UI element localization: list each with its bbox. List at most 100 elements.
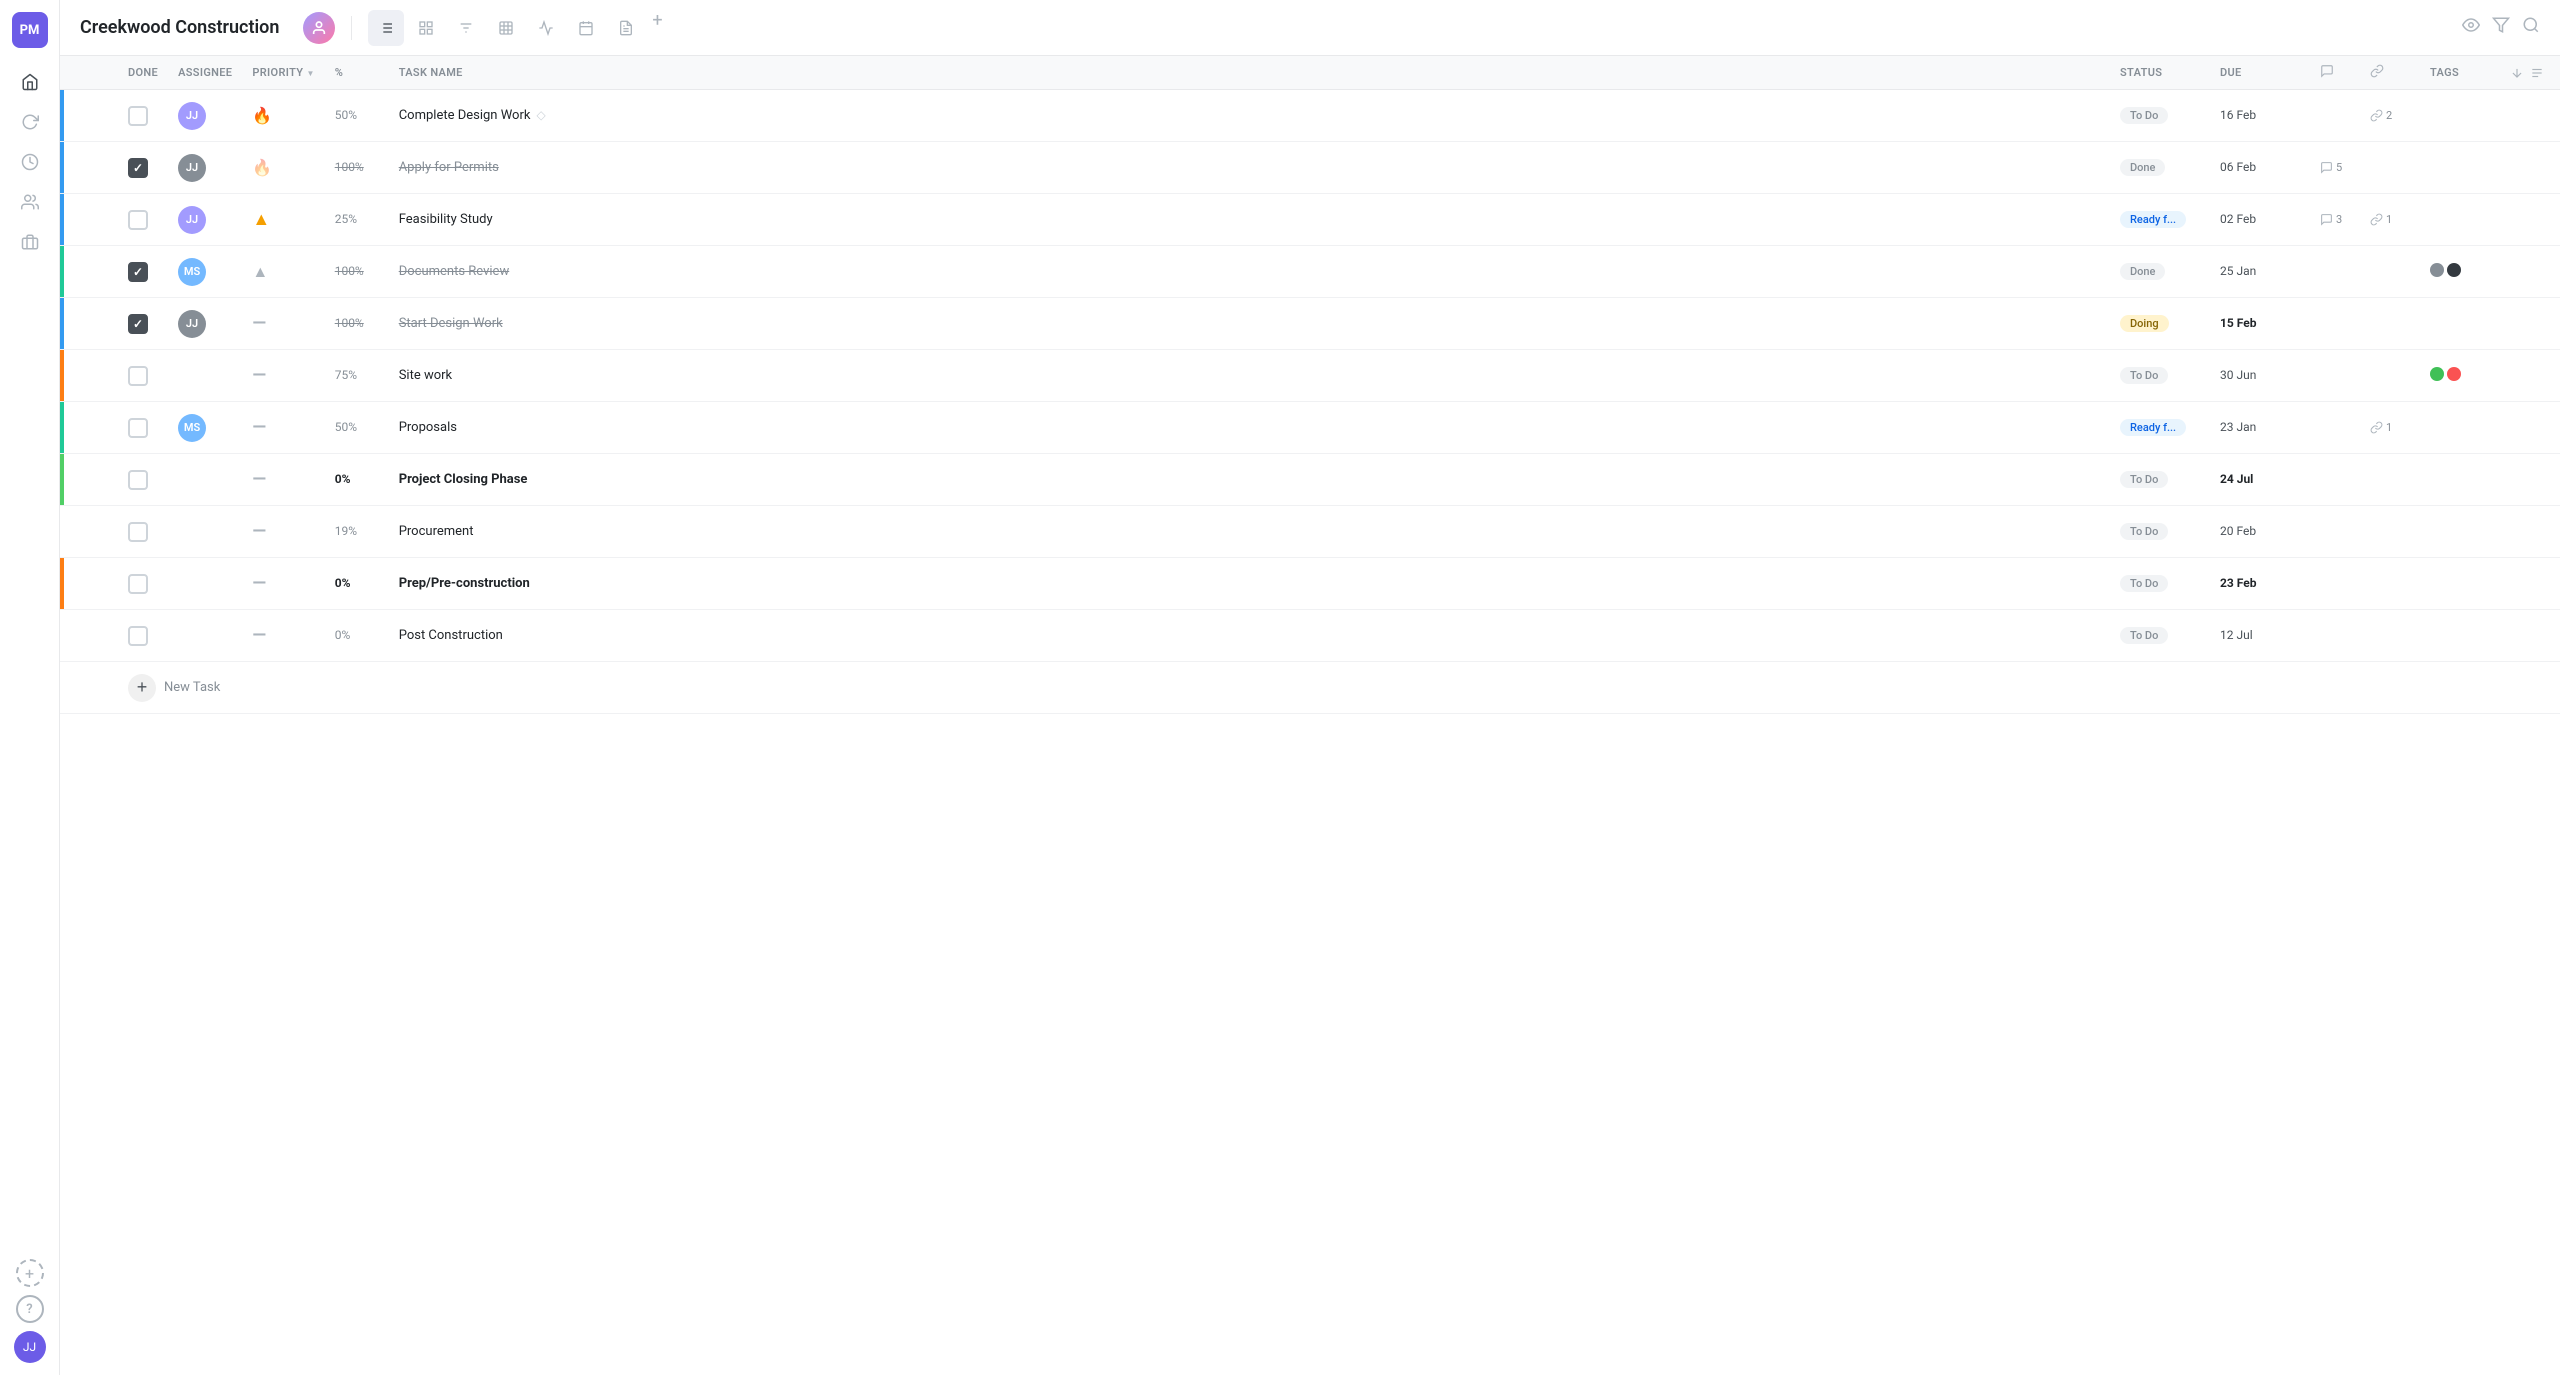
assignee-avatar[interactable]: JJ (178, 310, 206, 338)
table-row: JJ ▲ 25% Feasibility Study Ready f... 02… (60, 194, 2560, 246)
priority-dash-icon: — (252, 521, 266, 542)
due-cell: 12 Jul (2210, 610, 2310, 662)
new-task-row: + New Task (60, 662, 2560, 714)
tab-table[interactable] (488, 10, 524, 46)
tags-cell (2420, 402, 2500, 454)
sort-arrow-priority: ▼ (306, 69, 314, 78)
assignee-avatar[interactable]: MS (178, 414, 206, 442)
sidebar-item-time[interactable] (12, 144, 48, 180)
status-cell[interactable]: To Do (2110, 506, 2210, 558)
task-name-cell[interactable]: Procurement (389, 506, 2110, 558)
sidebar-item-people[interactable] (12, 184, 48, 220)
done-checkbox[interactable] (128, 314, 148, 334)
add-workspace-button[interactable]: + (16, 1259, 44, 1287)
tab-board[interactable] (408, 10, 444, 46)
add-view-button[interactable]: + (648, 10, 666, 46)
row-actions-cell (2500, 194, 2560, 246)
task-name-cell[interactable]: Prep/Pre-construction (389, 558, 2110, 610)
assignee-avatar[interactable]: JJ (178, 206, 206, 234)
help-button[interactable]: ? (16, 1295, 44, 1323)
task-name-cell[interactable]: Documents Review (389, 246, 2110, 298)
row-actions-cell (2500, 454, 2560, 506)
col-header-task[interactable]: TASK NAME (389, 56, 2110, 90)
done-checkbox[interactable] (128, 210, 148, 230)
status-cell[interactable]: Ready f... (2110, 402, 2210, 454)
search-icon[interactable] (2522, 16, 2540, 39)
status-cell[interactable]: To Do (2110, 350, 2210, 402)
pct-cell: 0% (325, 610, 389, 662)
tab-chart[interactable] (528, 10, 564, 46)
status-cell[interactable]: Done (2110, 142, 2210, 194)
task-name-text: Documents Review (399, 264, 510, 279)
status-cell[interactable]: To Do (2110, 90, 2210, 142)
tab-calendar[interactable] (568, 10, 604, 46)
done-checkbox[interactable] (128, 158, 148, 178)
task-name-cell[interactable]: Site work (389, 350, 2110, 402)
done-cell (60, 246, 168, 298)
col-header-priority[interactable]: PRIORITY ▼ (242, 56, 324, 90)
priority-cell: — (242, 506, 324, 558)
done-checkbox[interactable] (128, 418, 148, 438)
new-task-label: New Task (164, 680, 220, 695)
status-cell[interactable]: Doing (2110, 298, 2210, 350)
new-task-button[interactable]: + (128, 674, 156, 702)
status-cell[interactable]: To Do (2110, 454, 2210, 506)
col-header-due[interactable]: DUE (2210, 56, 2310, 90)
pct-cell: 100% (325, 246, 389, 298)
done-cell (60, 350, 168, 402)
priority-cell: ▲ (242, 194, 324, 246)
due-cell: 20 Feb (2210, 506, 2310, 558)
status-cell[interactable]: Ready f... (2110, 194, 2210, 246)
task-name-cell[interactable]: Proposals (389, 402, 2110, 454)
task-name-cell[interactable]: Post Construction (389, 610, 2110, 662)
done-cell (60, 610, 168, 662)
row-bar-indicator (60, 610, 64, 661)
status-cell[interactable]: To Do (2110, 558, 2210, 610)
done-checkbox[interactable] (128, 626, 148, 646)
user-avatar[interactable]: JJ (14, 1331, 46, 1363)
done-cell (60, 194, 168, 246)
row-actions-cell (2500, 142, 2560, 194)
task-name-text: Procurement (399, 524, 474, 539)
status-cell[interactable]: To Do (2110, 610, 2210, 662)
status-badge: To Do (2120, 367, 2168, 384)
done-checkbox[interactable] (128, 470, 148, 490)
task-name-cell[interactable]: Project Closing Phase (389, 454, 2110, 506)
table-row: JJ 🔥 50% Complete Design Work◇ To Do 16 … (60, 90, 2560, 142)
task-name-cell[interactable]: Apply for Permits (389, 142, 2110, 194)
done-checkbox[interactable] (128, 262, 148, 282)
done-checkbox[interactable] (128, 522, 148, 542)
assignee-avatar[interactable]: JJ (178, 154, 206, 182)
status-badge: To Do (2120, 471, 2168, 488)
filter-icon[interactable] (2492, 16, 2510, 39)
done-checkbox[interactable] (128, 574, 148, 594)
col-header-assignee[interactable]: ASSIGNEE (168, 56, 242, 90)
done-cell (60, 558, 168, 610)
col-header-status[interactable]: STATUS (2110, 56, 2210, 90)
tab-doc[interactable] (608, 10, 644, 46)
done-checkbox[interactable] (128, 366, 148, 386)
sidebar-item-projects[interactable] (12, 224, 48, 260)
task-name-cell[interactable]: Feasibility Study (389, 194, 2110, 246)
col-header-tags[interactable]: TAGS (2420, 56, 2500, 90)
assignee-avatar[interactable]: MS (178, 258, 206, 286)
status-cell[interactable]: Done (2110, 246, 2210, 298)
task-name-cell[interactable]: Complete Design Work◇ (389, 90, 2110, 142)
priority-cell: — (242, 350, 324, 402)
status-badge: To Do (2120, 523, 2168, 540)
row-bar-indicator (60, 142, 64, 193)
assignee-avatar[interactable]: JJ (178, 102, 206, 130)
sidebar-item-home[interactable] (12, 64, 48, 100)
project-avatar[interactable] (303, 12, 335, 44)
tab-list[interactable] (368, 10, 404, 46)
watch-icon[interactable] (2462, 16, 2480, 39)
comments-cell (2310, 610, 2360, 662)
tab-filter[interactable] (448, 10, 484, 46)
app-logo[interactable]: PM (12, 12, 48, 48)
done-checkbox[interactable] (128, 106, 148, 126)
task-name-cell[interactable]: Start Design Work (389, 298, 2110, 350)
due-cell: 25 Jan (2210, 246, 2310, 298)
col-header-pct[interactable]: % (325, 56, 389, 90)
priority-dash-icon: — (252, 625, 266, 646)
sidebar-item-activity[interactable] (12, 104, 48, 140)
